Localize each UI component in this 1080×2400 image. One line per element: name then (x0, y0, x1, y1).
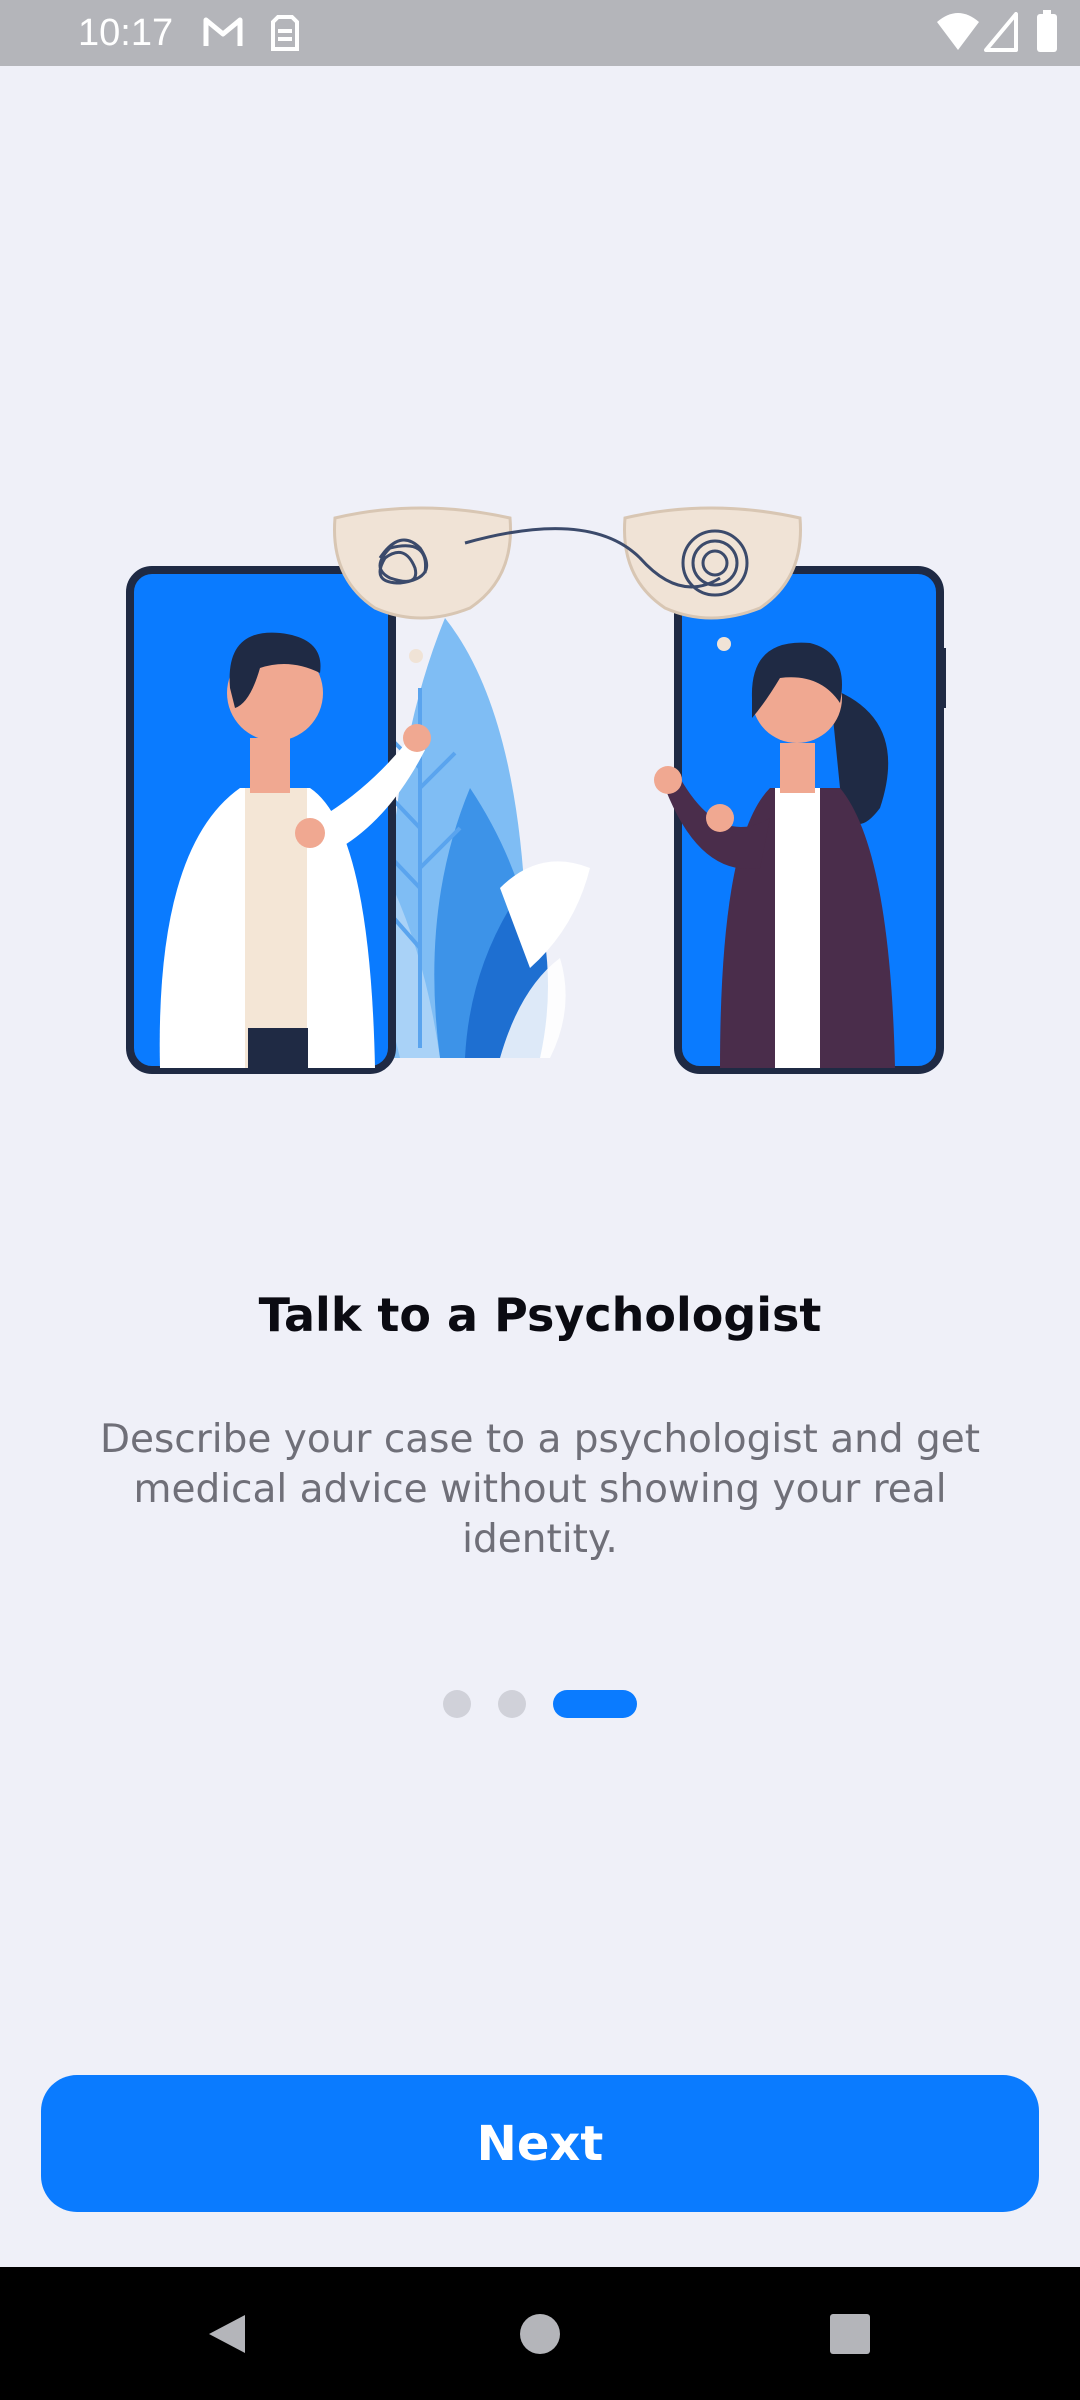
page-dot-1[interactable] (443, 1690, 471, 1718)
cellular-signal-icon (984, 12, 1018, 52)
home-icon[interactable] (519, 2313, 561, 2355)
recents-icon[interactable] (829, 2313, 871, 2355)
status-time: 10:17 (78, 12, 174, 54)
page-dot-3-active[interactable] (553, 1690, 637, 1718)
next-button[interactable]: Next (41, 2075, 1039, 2212)
onboarding-title: Talk to a Psychologist (258, 1288, 822, 1342)
psychologist-consultation-illustration (126, 506, 946, 1074)
status-bar: 10:17 (0, 0, 1080, 66)
wifi-icon (937, 13, 979, 50)
back-icon[interactable] (205, 2313, 247, 2355)
system-navigation-bar (0, 2267, 1080, 2400)
sim-card-icon (271, 15, 299, 51)
battery-icon (1037, 10, 1057, 52)
page-dot-2[interactable] (498, 1690, 526, 1718)
page-indicator (0, 1688, 1080, 1718)
gmail-icon (203, 17, 243, 46)
onboarding-description: Describe your case to a psychologist and… (99, 1417, 981, 1562)
